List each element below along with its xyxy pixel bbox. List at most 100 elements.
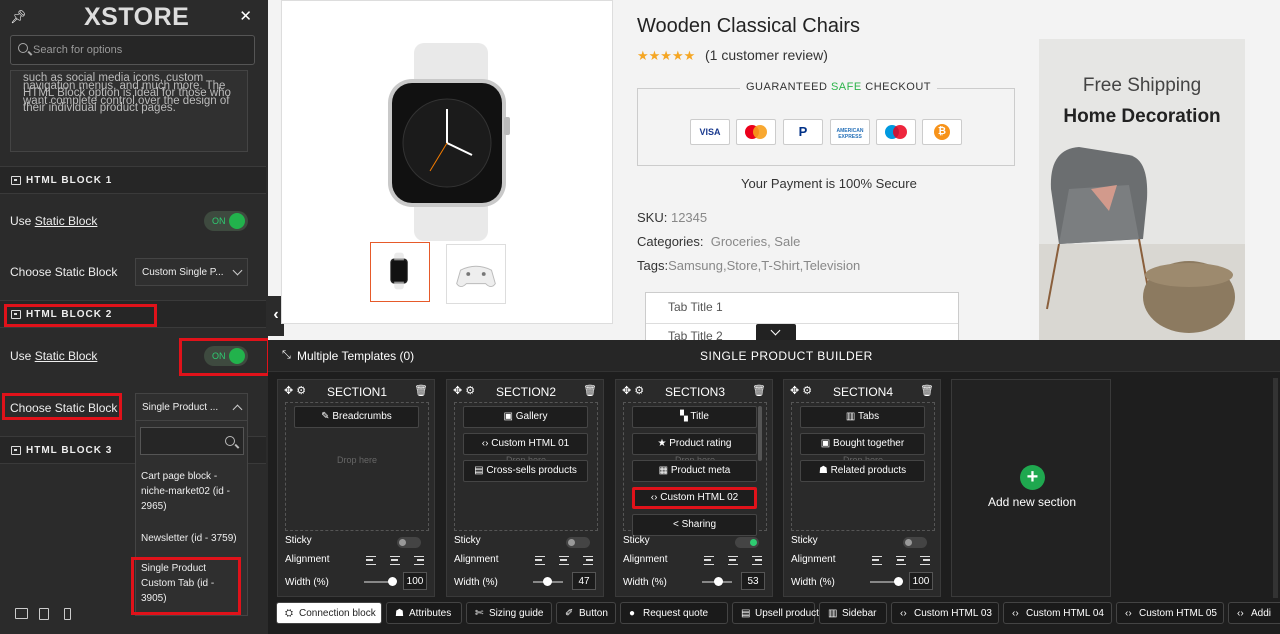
gallery-thumbnail-watch[interactable]: [370, 242, 430, 302]
align-left-icon[interactable]: [535, 556, 545, 565]
sticky-toggle[interactable]: [903, 537, 927, 548]
align-center-icon[interactable]: [896, 556, 906, 565]
use-static-block-2: Use Static Block: [10, 349, 97, 363]
select-value: Custom Single P...: [142, 267, 224, 278]
sticky-toggle[interactable]: [397, 537, 421, 548]
section-1[interactable]: ✥ ⚙ SECTION1 🗑︎ Drop here ✎ Breadcrumbs Stick…: [277, 379, 435, 597]
sticky-toggle[interactable]: [735, 537, 759, 548]
close-icon[interactable]: ✕: [239, 7, 252, 25]
static-block-1-select[interactable]: Custom Single P...: [135, 258, 248, 286]
search-input[interactable]: Search for options: [10, 35, 255, 65]
delete-icon[interactable]: 🗑︎: [920, 384, 934, 397]
align-center-icon[interactable]: [390, 556, 400, 565]
dropdown-search-input[interactable]: [140, 427, 244, 455]
block-label: Gallery: [515, 411, 548, 422]
panel-header: 📌︎ XSTORE ✕: [0, 0, 268, 34]
product-image[interactable]: [386, 43, 516, 241]
align-right-icon[interactable]: [414, 556, 424, 565]
mobile-icon[interactable]: [64, 608, 71, 620]
block-chip[interactable]: ▥ Sidebar: [819, 602, 887, 624]
width-slider[interactable]: [870, 577, 903, 586]
builder-block[interactable]: ✎ Breadcrumbs: [294, 406, 419, 428]
html-block-1-header[interactable]: HTML BLOCK 1: [0, 166, 266, 194]
width-input[interactable]: 100: [403, 572, 427, 590]
width-input[interactable]: 47: [572, 572, 596, 590]
scrollbar[interactable]: [1273, 378, 1278, 598]
block-chip[interactable]: ✄ Sizing guide: [466, 602, 552, 624]
builder-block[interactable]: ▥ Tabs: [800, 406, 925, 428]
pin-icon[interactable]: 📌︎: [10, 9, 27, 25]
delete-icon[interactable]: 🗑︎: [583, 384, 597, 397]
static-block-link[interactable]: Static Block: [35, 214, 98, 228]
scrollbar[interactable]: [758, 406, 762, 461]
width-slider[interactable]: [533, 577, 563, 586]
add-new-section-button[interactable]: + Add new section: [951, 379, 1111, 597]
align-center-icon[interactable]: [728, 556, 738, 565]
slider-handle[interactable]: [894, 577, 903, 586]
slider-handle[interactable]: [543, 577, 553, 586]
tags-links[interactable]: Samsung,Store,T-Shirt,Television: [668, 258, 860, 273]
block-label: Title: [690, 411, 709, 422]
width-slider[interactable]: [364, 577, 397, 586]
builder-block[interactable]: ☗ Related products: [800, 460, 925, 482]
block-chip[interactable]: ‹› Custom HTML 04: [1003, 602, 1112, 624]
builder-block[interactable]: ▦ Product meta: [632, 460, 757, 482]
align-left-icon[interactable]: [366, 556, 376, 565]
block-chip[interactable]: ● Request quote: [620, 602, 728, 624]
builder-block[interactable]: ★ Product rating: [632, 433, 757, 455]
block-chip[interactable]: ‹› Addi: [1228, 602, 1280, 624]
align-right-icon[interactable]: [583, 556, 593, 565]
chevron-down-icon[interactable]: [756, 324, 796, 340]
drop-zone[interactable]: Drop here ✎ Breadcrumbs: [285, 402, 429, 531]
static-block-2-select[interactable]: Single Product ...: [135, 393, 248, 421]
static-block-1-toggle[interactable]: ON: [204, 211, 248, 231]
width-input[interactable]: 100: [909, 572, 933, 590]
builder-block[interactable]: ‹› Custom HTML 01: [463, 433, 588, 455]
block-chip[interactable]: ‹› Custom HTML 03: [891, 602, 999, 624]
block-chip[interactable]: ▤ Upsell products: [732, 602, 824, 624]
search-icon: [225, 436, 235, 446]
promo-banner[interactable]: Free Shipping Home Decoration: [1039, 39, 1245, 340]
slider-handle[interactable]: [388, 577, 397, 586]
drop-zone[interactable]: Drop here▣ Gallery‹› Custom HTML 01▤ Cro…: [454, 402, 598, 531]
builder-block[interactable]: < Sharing: [632, 514, 757, 536]
block-chip[interactable]: ‹› Custom HTML 05: [1116, 602, 1224, 624]
static-block-link[interactable]: Static Block: [35, 349, 98, 363]
options-panel: 📌︎ XSTORE ✕ Search for options such as s…: [0, 0, 268, 634]
delete-icon[interactable]: 🗑︎: [752, 384, 766, 397]
align-left-icon[interactable]: [872, 556, 882, 565]
section-2[interactable]: ✥ ⚙SECTION2🗑︎Drop here▣ Gallery‹› Custom…: [446, 379, 604, 597]
align-right-icon[interactable]: [920, 556, 930, 565]
width-input[interactable]: 53: [741, 572, 765, 590]
multiple-templates-button[interactable]: Multiple Templates (0): [297, 349, 414, 363]
categories-links[interactable]: Groceries, Sale: [711, 234, 801, 249]
sticky-toggle[interactable]: [566, 537, 590, 548]
builder-block[interactable]: ▣ Bought together: [800, 433, 925, 455]
block-chip[interactable]: ☗ Attributes: [386, 602, 462, 624]
align-right-icon[interactable]: [752, 556, 762, 565]
review-count-link[interactable]: (1 customer review): [705, 47, 828, 63]
builder-block[interactable]: ▤ Cross-sells products: [463, 460, 588, 482]
desktop-icon[interactable]: [15, 608, 28, 619]
delete-icon[interactable]: 🗑︎: [414, 384, 428, 397]
block-chip[interactable]: ✐ Button: [556, 602, 616, 624]
align-left-icon[interactable]: [704, 556, 714, 565]
builder-block[interactable]: ▚ Title: [632, 406, 757, 428]
gallery-thumbnail-controller[interactable]: [446, 244, 506, 304]
drop-zone[interactable]: Drop here▥ Tabs▣ Bought together☗ Relate…: [791, 402, 935, 531]
block-chip[interactable]: ⛭ Connection block: [276, 602, 382, 624]
drop-zone[interactable]: Drop here▚ Title★ Product rating▦ Produc…: [623, 402, 767, 536]
section-4[interactable]: ✥ ⚙SECTION4🗑︎Drop here▥ Tabs▣ Bought tog…: [783, 379, 941, 597]
section-3[interactable]: ✥ ⚙SECTION3🗑︎Drop here▚ Title★ Product r…: [615, 379, 773, 597]
builder-block[interactable]: ▣ Gallery: [463, 406, 588, 428]
banner-line-2: Home Decoration: [1063, 106, 1221, 127]
align-center-icon[interactable]: [559, 556, 569, 565]
width-slider[interactable]: [702, 577, 732, 586]
builder-block[interactable]: ‹› Custom HTML 02: [632, 487, 757, 509]
sku-value: 12345: [670, 210, 708, 225]
dropdown-option[interactable]: Newsletter (id - 3759): [141, 531, 241, 546]
tablet-icon[interactable]: [39, 608, 49, 620]
dropdown-option[interactable]: Cart page block - niche-market02 (id - 2…: [141, 469, 241, 514]
slider-handle[interactable]: [713, 577, 723, 586]
tab-title-1[interactable]: Tab Title 1: [668, 300, 723, 314]
